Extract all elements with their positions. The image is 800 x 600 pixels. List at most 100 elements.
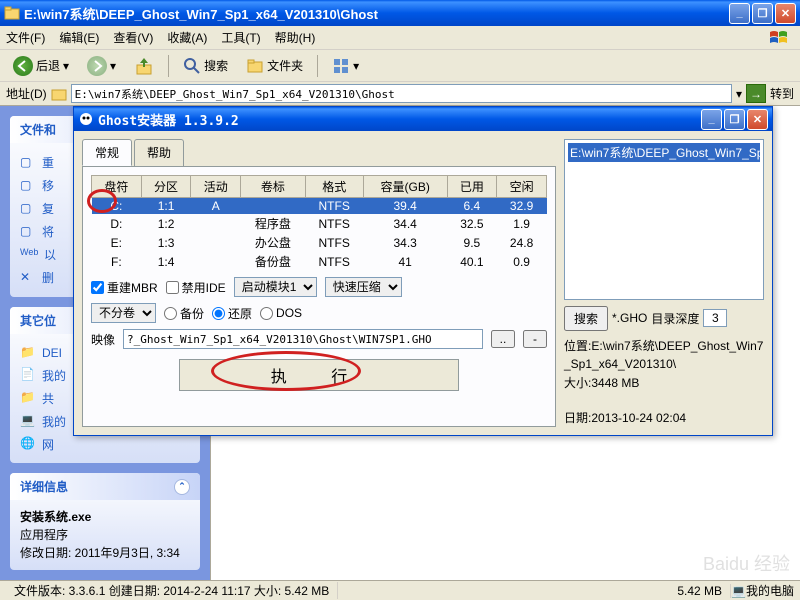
search-gho-button[interactable]: 搜索 xyxy=(564,306,608,331)
gho-listbox[interactable]: E:\win7系统\DEEP_Ghost_Win7_Sp. xyxy=(564,139,764,300)
dos-radio[interactable]: DOS xyxy=(260,306,302,320)
statusbar: 文件版本: 3.3.6.1 创建日期: 2014-2-24 11:17 大小: … xyxy=(0,580,800,600)
folder-icon xyxy=(51,86,67,102)
table-row[interactable]: E:1:3办公盘NTFS34.39.524.8 xyxy=(92,233,547,252)
place-item[interactable]: 🌐网 xyxy=(20,433,190,456)
folders-icon xyxy=(246,57,264,75)
collapse-icon[interactable]: ⌃ xyxy=(174,479,190,495)
table-row[interactable]: D:1:2程序盘NTFS34.432.51.9 xyxy=(92,214,547,233)
dropdown-icon: ▾ xyxy=(353,59,359,73)
address-input[interactable] xyxy=(71,84,732,103)
table-row[interactable]: C:1:1ANTFS39.46.432.9 xyxy=(92,198,547,215)
col-capacity[interactable]: 容量(GB) xyxy=(363,176,447,198)
col-label[interactable]: 卷标 xyxy=(241,176,305,198)
copy-icon: ▢ xyxy=(20,201,36,217)
ext-label: *.GHO xyxy=(612,311,647,325)
dialog-close-button[interactable]: ✕ xyxy=(747,109,768,130)
explorer-titlebar: E:\win7系统\DEEP_Ghost_Win7_Sp1_x64_V20131… xyxy=(0,0,800,26)
table-row[interactable]: F:1:4备份盘NTFS4140.10.9 xyxy=(92,252,547,271)
details-header[interactable]: 详细信息 ⌃ xyxy=(10,473,200,500)
list-item[interactable]: E:\win7系统\DEEP_Ghost_Win7_Sp. xyxy=(568,143,760,162)
back-icon xyxy=(13,56,33,76)
col-format[interactable]: 格式 xyxy=(305,176,363,198)
maximize-button[interactable]: ❐ xyxy=(752,3,773,24)
views-button[interactable]: ▾ xyxy=(325,53,366,79)
browse-button[interactable]: .. xyxy=(491,330,515,348)
dialog-minimize-button[interactable]: _ xyxy=(701,109,722,130)
depth-label: 目录深度 xyxy=(651,310,699,327)
dialog-tabs: 常规 帮助 xyxy=(82,139,556,167)
app-icon xyxy=(78,111,94,127)
search-button[interactable]: 搜索 xyxy=(176,53,235,79)
dialog-title: Ghost安装器 1.3.9.2 xyxy=(98,110,701,129)
tab-general[interactable]: 常规 xyxy=(82,139,132,166)
details-modified: 修改日期: 2011年9月3日, 3:34 xyxy=(20,544,190,562)
boot-module-select[interactable]: 启动模块1 xyxy=(234,277,317,297)
col-partition[interactable]: 分区 xyxy=(141,176,191,198)
status-location: 我的电脑 xyxy=(746,582,794,599)
status-size: 5.42 MB xyxy=(669,584,731,598)
share-icon: 📁 xyxy=(20,390,36,406)
up-icon xyxy=(134,56,154,76)
folders-button[interactable]: 文件夹 xyxy=(239,53,310,79)
details-type: 应用程序 xyxy=(20,526,190,544)
gho-info: 位置:E:\win7系统\DEEP_Ghost_Win7_Sp1_x64_V20… xyxy=(564,337,764,428)
forward-icon xyxy=(87,56,107,76)
address-bar: 地址(D) ▾ → 转到 xyxy=(0,82,800,106)
col-used[interactable]: 已用 xyxy=(447,176,497,198)
network-icon: 🌐 xyxy=(20,436,36,452)
split-select[interactable]: 不分卷 xyxy=(91,303,156,323)
tab-help[interactable]: 帮助 xyxy=(134,139,184,166)
address-label: 地址(D) xyxy=(6,85,47,102)
dropdown-icon: ▾ xyxy=(110,59,116,73)
col-free[interactable]: 空闲 xyxy=(497,176,547,198)
menu-view[interactable]: 查看(V) xyxy=(113,29,153,46)
menu-help[interactable]: 帮助(H) xyxy=(275,29,316,46)
windows-logo-icon xyxy=(768,28,794,48)
close-button[interactable]: ✕ xyxy=(775,3,796,24)
menu-edit[interactable]: 编辑(E) xyxy=(59,29,99,46)
dialog-titlebar[interactable]: Ghost安装器 1.3.9.2 _ ❐ ✕ xyxy=(74,107,772,131)
dropdown-icon[interactable]: ▾ xyxy=(736,87,742,101)
views-icon xyxy=(332,57,350,75)
disable-ide-checkbox[interactable]: 禁用IDE xyxy=(166,279,226,296)
details-filename: 安装系统.exe xyxy=(20,508,190,526)
go-button[interactable]: → xyxy=(746,84,766,103)
up-button[interactable] xyxy=(127,52,161,80)
forward-button[interactable]: ▾ xyxy=(80,52,123,80)
dropdown-icon: ▾ xyxy=(63,59,69,73)
toolbar: 后退 ▾ ▾ 搜索 文件夹 ▾ xyxy=(0,50,800,82)
computer-icon: 💻 xyxy=(731,584,746,598)
col-active[interactable]: 活动 xyxy=(191,176,241,198)
dialog-maximize-button[interactable]: ❐ xyxy=(724,109,745,130)
image-label: 映像 xyxy=(91,331,115,348)
restore-radio[interactable]: 还原 xyxy=(212,305,252,322)
move-icon: ▢ xyxy=(20,178,36,194)
delete-icon: ✕ xyxy=(20,270,36,286)
details-panel: 详细信息 ⌃ 安装系统.exe 应用程序 修改日期: 2011年9月3日, 3:… xyxy=(10,473,200,570)
image-path-input[interactable] xyxy=(123,329,483,349)
web-icon: ▢ xyxy=(20,224,36,240)
back-button[interactable]: 后退 ▾ xyxy=(6,52,76,80)
folder-icon: 📁 xyxy=(20,345,36,361)
menubar: 文件(F) 编辑(E) 查看(V) 收藏(A) 工具(T) 帮助(H) xyxy=(0,26,800,50)
remove-button[interactable]: - xyxy=(523,330,547,348)
compress-select[interactable]: 快速压缩 xyxy=(325,277,402,297)
backup-radio[interactable]: 备份 xyxy=(164,305,204,322)
ghost-dialog: Ghost安装器 1.3.9.2 _ ❐ ✕ 常规 帮助 盘符 分区 活动 卷标 xyxy=(73,106,773,436)
go-label: 转到 xyxy=(770,85,794,102)
email-icon: Web xyxy=(20,247,36,263)
menu-favorites[interactable]: 收藏(A) xyxy=(167,29,207,46)
execute-button[interactable]: 执 行 xyxy=(179,359,459,391)
watermark: Baidu 经验 xyxy=(703,550,790,576)
depth-input[interactable] xyxy=(703,309,727,327)
disk-table: 盘符 分区 活动 卷标 格式 容量(GB) 已用 空闲 C:1:1ANTFS39… xyxy=(91,175,547,271)
menu-file[interactable]: 文件(F) xyxy=(6,29,45,46)
minimize-button[interactable]: _ xyxy=(729,3,750,24)
col-drive[interactable]: 盘符 xyxy=(92,176,142,198)
rebuild-mbr-checkbox[interactable]: 重建MBR xyxy=(91,279,158,296)
rename-icon: ▢ xyxy=(20,155,36,171)
window-title: E:\win7系统\DEEP_Ghost_Win7_Sp1_x64_V20131… xyxy=(24,4,729,23)
folder-icon xyxy=(4,5,20,21)
menu-tools[interactable]: 工具(T) xyxy=(221,29,260,46)
